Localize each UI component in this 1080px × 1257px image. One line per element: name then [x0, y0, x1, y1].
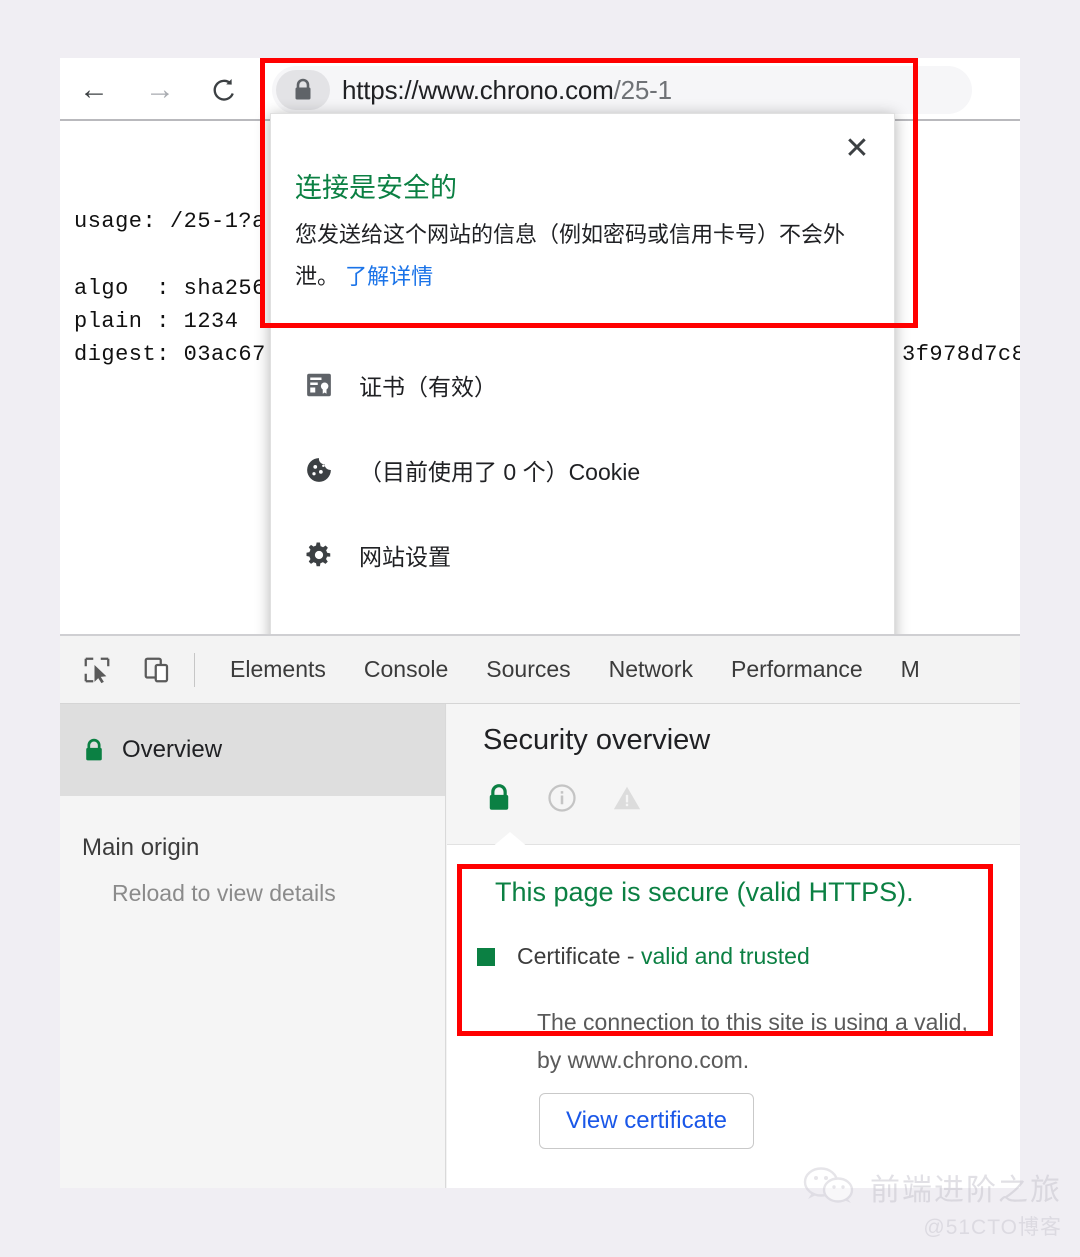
lock-icon [489, 784, 509, 810]
page-title: Security overview [483, 724, 711, 756]
tab-sources[interactable]: Sources [467, 656, 589, 683]
arrow-right-icon: → [145, 73, 175, 106]
tab-console[interactable]: Console [345, 656, 467, 683]
lock-icon [86, 738, 102, 760]
sidebar-item-overview-label: Overview [122, 736, 223, 763]
security-detail-panel: This page is secure (valid HTTPS). Certi… [447, 844, 1020, 1188]
security-overview-main: Security overview This page is secure (v… [447, 704, 1020, 1188]
popup-row-site-settings-label: 网站设置 [359, 544, 451, 570]
certificate-status-value: valid and trusted [640, 943, 810, 969]
inspect-element-icon[interactable] [74, 647, 120, 693]
url-origin: https://www.chrono.com [342, 74, 614, 105]
watermark-name: 前端进阶之旅 [870, 1174, 1062, 1207]
browser-toolbar: ← → https://www.chrono.com/25-1 [60, 58, 1020, 121]
watermark-row: 前端进阶之旅 [802, 1165, 1062, 1209]
certificate-status-row: Certificate - valid and trusted [477, 943, 810, 970]
console-line-algo: algo : sha256 [74, 276, 266, 301]
tab-elements[interactable]: Elements [211, 656, 345, 683]
security-sidebar: Overview Main origin Reload to view deta… [60, 704, 446, 1188]
toolbar-divider [194, 652, 195, 687]
site-information-popup: ✕ 连接是安全的 您发送给这个网站的信息（例如密码或信用卡号）不会外泄。 了解详… [270, 113, 895, 658]
info-icon [548, 784, 576, 812]
devtools-tabbar: Elements Console Sources Network Perform… [60, 636, 1020, 704]
console-line-plain: plain : 1234 [74, 309, 239, 334]
console-line-digest: digest: 03ac67 [74, 342, 266, 367]
wechat-icon [803, 1167, 854, 1203]
forward-button[interactable]: → [140, 70, 180, 110]
security-headline: This page is secure (valid HTTPS). [495, 877, 914, 907]
address-bar[interactable]: https://www.chrono.com/25-1 [272, 66, 972, 114]
learn-more-link[interactable]: 了解详情 [345, 264, 433, 289]
security-panel-notch [491, 832, 529, 848]
watermark: 前端进阶之旅 @51CTO博客 [802, 1165, 1062, 1241]
popup-row-cookie[interactable]: （目前使用了 0 个）Cookie [293, 439, 873, 501]
warning-icon [613, 786, 641, 810]
devtools-panel: Elements Console Sources Network Perform… [60, 634, 1020, 1188]
certificate-label: Certificate - [517, 943, 641, 969]
reload-icon [213, 79, 234, 101]
tab-network[interactable]: Network [590, 656, 712, 683]
gear-icon [293, 540, 345, 570]
sidebar-item-overview[interactable]: Overview [60, 704, 445, 796]
watermark-sub: @51CTO博客 [923, 1216, 1062, 1239]
status-badge [477, 947, 495, 966]
popup-row-cookie-label: （目前使用了 0 个）Cookie [359, 459, 641, 485]
popup-row-certificate-label: 证书（有效） [359, 374, 497, 400]
certificate-status-text: Certificate - valid and trusted [517, 943, 810, 970]
cookie-icon [293, 455, 345, 485]
close-icon: ✕ [844, 132, 870, 165]
close-button[interactable]: ✕ [840, 132, 874, 166]
popup-heading: 连接是安全的 [295, 173, 457, 203]
sidebar-reload-hint: Reload to view details [112, 880, 336, 906]
security-description-line2: by www.chrono.com. [537, 1047, 750, 1073]
console-line-digest-tail: 3f978d7c8 [902, 342, 1020, 367]
site-info-button[interactable] [276, 70, 330, 110]
security-status-icons [485, 782, 643, 814]
tab-memory[interactable]: M [882, 656, 939, 683]
sidebar-main-origin-label: Main origin [82, 834, 200, 861]
device-toolbar-icon[interactable] [134, 647, 180, 693]
back-button[interactable]: ← [74, 70, 114, 110]
console-line-usage: usage: /25-1?a [74, 209, 266, 234]
url-path: /25-1 [613, 74, 672, 105]
security-description-line1: The connection to this site is using a v… [537, 1009, 968, 1035]
arrow-left-icon: ← [79, 73, 109, 106]
popup-body-text: 您发送给这个网站的信息（例如密码或信用卡号）不会外泄。 了解详情 [295, 214, 865, 298]
view-certificate-button[interactable]: View certificate [539, 1093, 754, 1149]
certificate-icon [293, 370, 345, 400]
tab-performance[interactable]: Performance [712, 656, 882, 683]
popup-row-site-settings[interactable]: 网站设置 [293, 524, 873, 586]
reload-button[interactable] [204, 70, 244, 110]
url-text: https://www.chrono.com/25-1 [342, 75, 672, 106]
security-description: The connection to this site is using a v… [537, 1003, 1020, 1079]
lock-icon [295, 78, 311, 100]
browser-window: ← → https://www.chrono.com/25-1 usage: /… [60, 58, 1020, 1188]
popup-row-certificate[interactable]: 证书（有效） [293, 354, 873, 416]
